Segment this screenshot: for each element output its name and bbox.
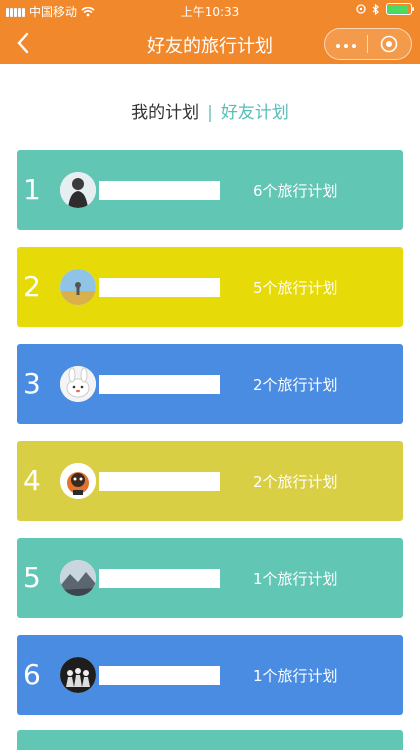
- rabbit-avatar: [60, 366, 96, 402]
- friend-plan-list: 1 6个旅行计划 2 5个旅行计划 3 2个旅行计划 4 2个旅行计划 5 1个…: [17, 150, 403, 732]
- tab-friend-plans[interactable]: 好友计划: [221, 103, 289, 123]
- battery-icon: [386, 3, 414, 15]
- plan-card[interactable]: 5 1个旅行计划: [17, 538, 403, 618]
- friend-name-redacted: [99, 666, 220, 685]
- plan-card[interactable]: 6 1个旅行计划: [17, 635, 403, 715]
- plan-tabs: 我的计划 | 好友计划: [0, 98, 420, 123]
- status-right: [356, 3, 414, 15]
- rank-number: 2: [23, 270, 41, 303]
- bluetooth-icon: [372, 3, 379, 15]
- mini-program-capsule: [324, 28, 412, 60]
- mountain-avatar: [60, 560, 96, 596]
- plan-card[interactable]: 4 2个旅行计划: [17, 441, 403, 521]
- rank-number: 1: [23, 173, 41, 206]
- status-bar: 中国移动 上午10:33: [0, 0, 420, 22]
- plan-card[interactable]: 3 2个旅行计划: [17, 344, 403, 424]
- friend-name-redacted: [99, 569, 220, 588]
- more-dots-icon: [334, 36, 358, 52]
- friend-name-redacted: [99, 375, 220, 394]
- person-avatar: [60, 172, 96, 208]
- plan-card[interactable]: 2 5个旅行计划: [17, 247, 403, 327]
- plan-count: 6个旅行计划: [253, 182, 338, 200]
- plan-card[interactable]: 1 6个旅行计划: [17, 150, 403, 230]
- plan-count: 2个旅行计划: [253, 376, 338, 394]
- plan-count: 5个旅行计划: [253, 279, 338, 297]
- cartoon-avatar: [60, 463, 96, 499]
- landscape-avatar: [60, 269, 96, 305]
- navigation-bar: 好友的旅行计划: [0, 22, 420, 64]
- close-button[interactable]: [368, 29, 410, 59]
- target-close-icon: [380, 35, 398, 53]
- group-avatar: [60, 657, 96, 693]
- plan-count: 1个旅行计划: [253, 667, 338, 685]
- tab-my-plans[interactable]: 我的计划: [131, 103, 199, 123]
- friend-name-redacted: [99, 472, 220, 491]
- rank-number: 6: [23, 658, 41, 691]
- friend-name-redacted: [99, 278, 220, 297]
- friend-name-redacted: [99, 181, 220, 200]
- rank-number: 4: [23, 464, 41, 497]
- plan-count: 2个旅行计划: [253, 473, 338, 491]
- rank-number: 3: [23, 367, 41, 400]
- location-icon: [356, 4, 366, 14]
- rank-number: 5: [23, 561, 41, 594]
- plan-count: 1个旅行计划: [253, 570, 338, 588]
- plan-card-partial[interactable]: [17, 730, 403, 750]
- tab-separator: |: [207, 103, 213, 123]
- more-button[interactable]: [325, 29, 367, 59]
